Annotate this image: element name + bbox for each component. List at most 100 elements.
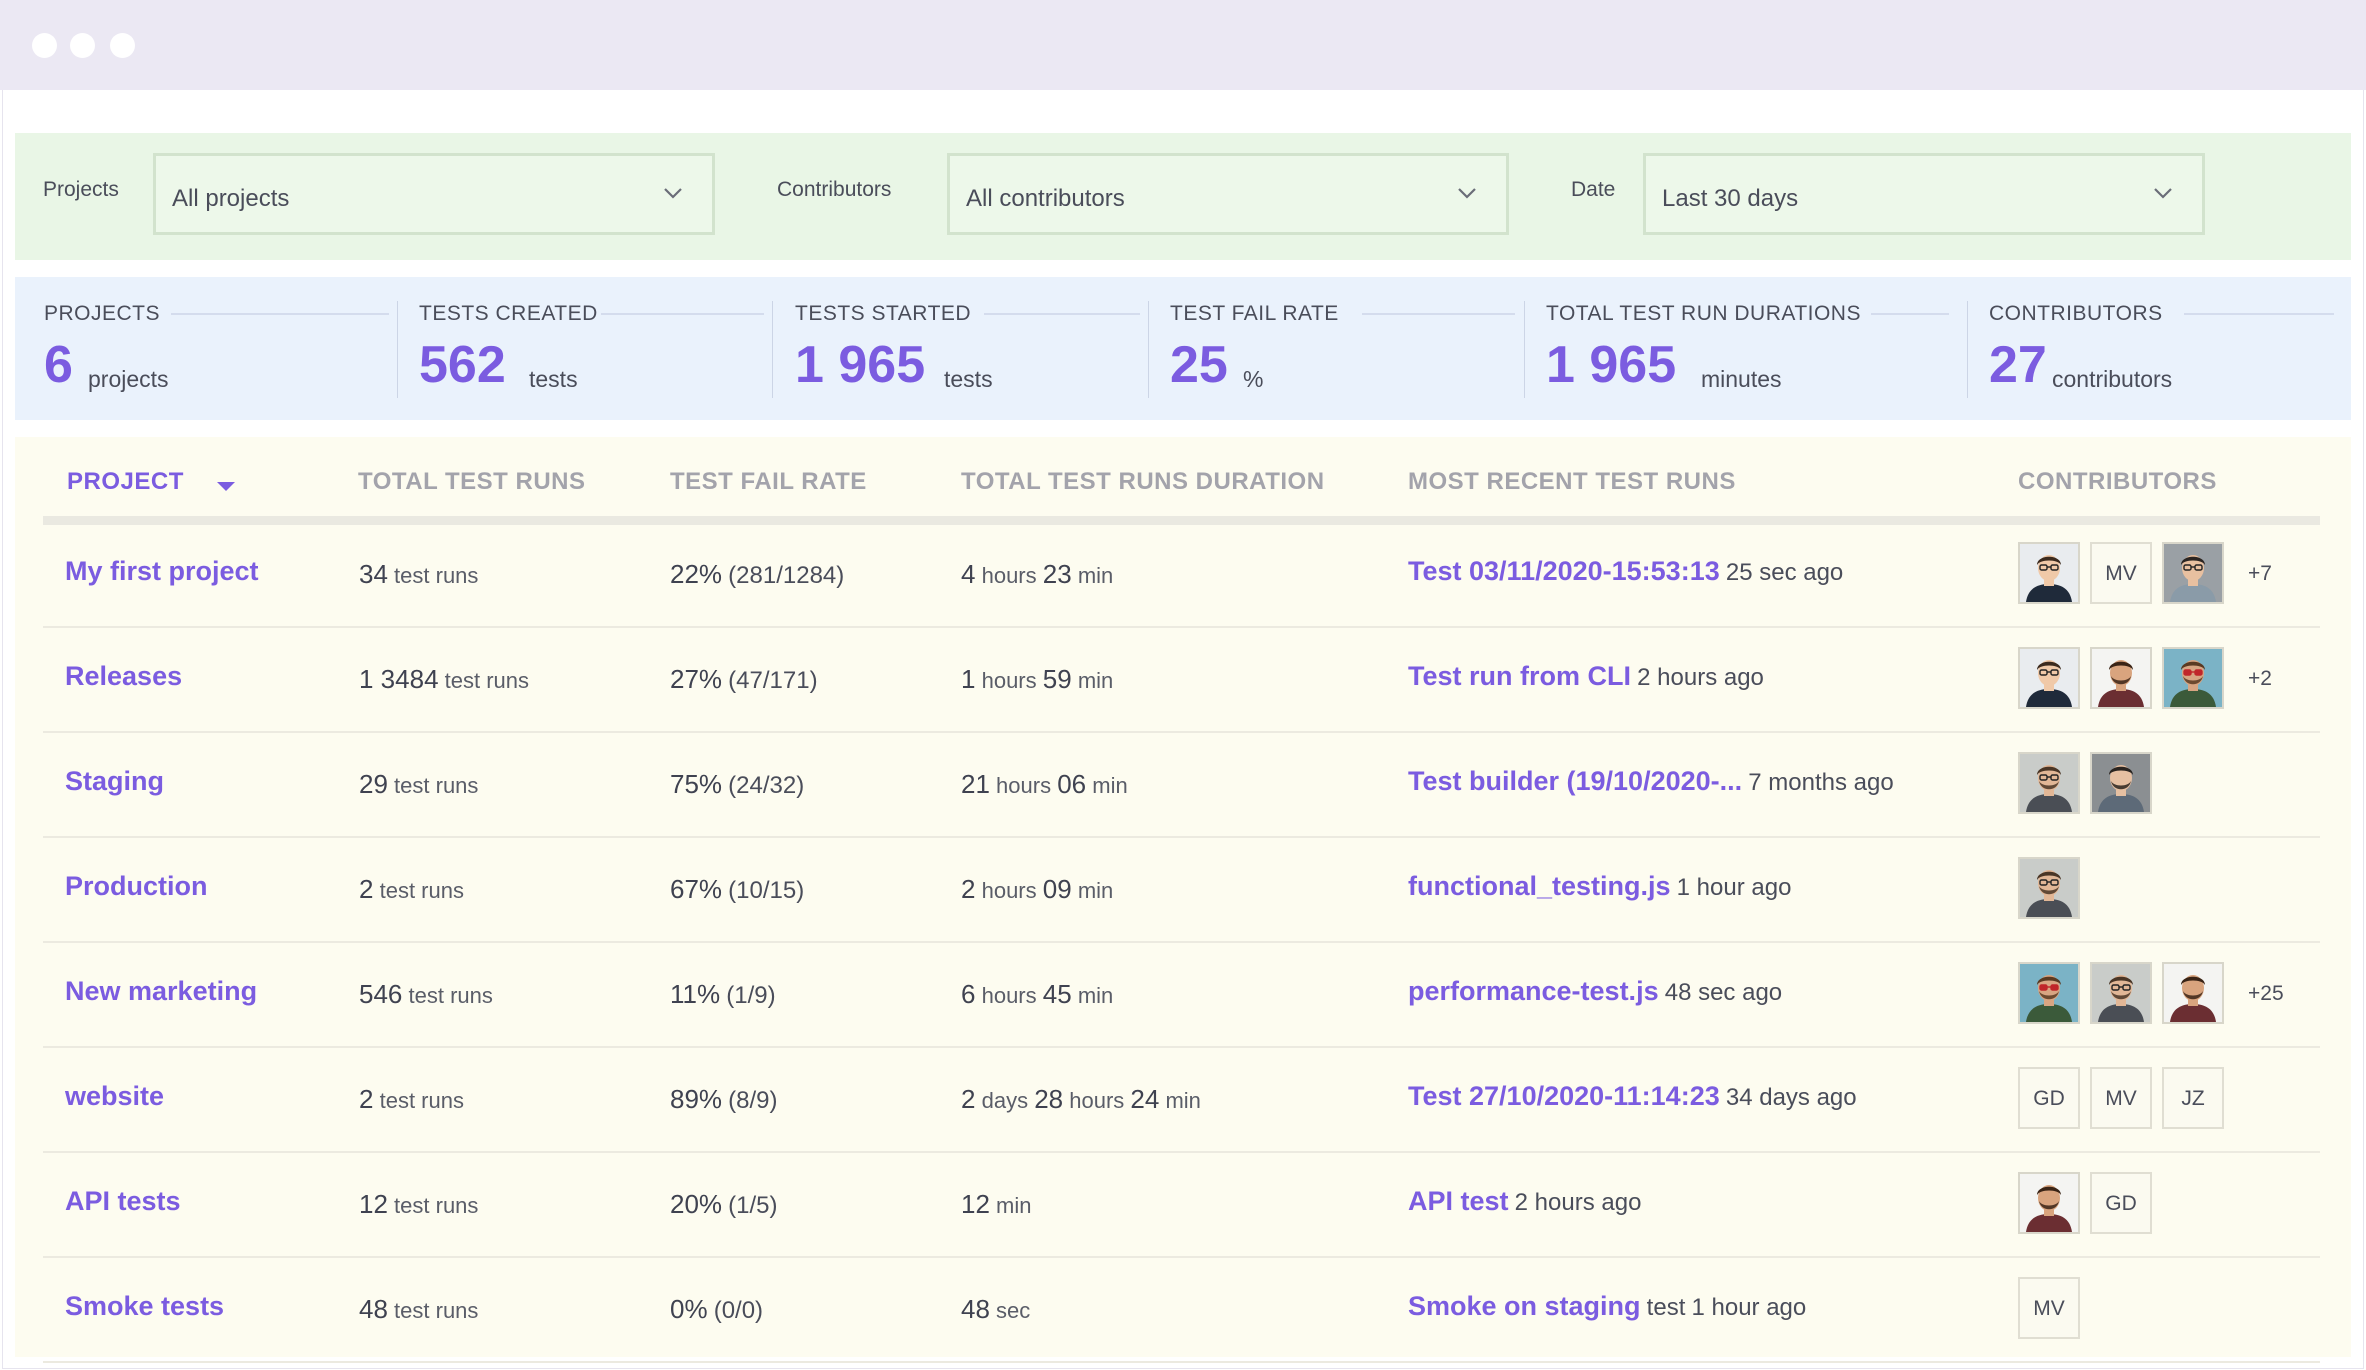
person-photo-icon[interactable] xyxy=(2018,1172,2080,1234)
person-photo-icon[interactable] xyxy=(2018,542,2080,604)
runs-unit: test runs xyxy=(379,878,464,903)
recent-run-link[interactable]: functional_testing.js xyxy=(1408,871,1671,901)
fail-rate-value: 89% xyxy=(670,1084,723,1114)
column-header-project[interactable]: PROJECT xyxy=(67,468,184,496)
more-contributors-count[interactable]: +25 xyxy=(2248,982,2284,1006)
project-link[interactable]: My first project xyxy=(65,556,259,587)
window-minimize-dot[interactable] xyxy=(70,33,95,58)
avatar-initials[interactable]: MV xyxy=(2018,1277,2080,1339)
stat-unit: % xyxy=(1243,366,1264,392)
recent-run-time: 34 days ago xyxy=(1725,1084,1857,1111)
avatar-initials[interactable]: MV xyxy=(2090,542,2152,604)
sort-desc-icon[interactable] xyxy=(217,482,235,491)
table-row[interactable]: Staging 29 test runs 75% (24/32) 21 hours 0… xyxy=(43,733,2320,838)
duration-number: 24 xyxy=(1130,1084,1160,1114)
project-link[interactable]: Staging xyxy=(65,766,164,797)
column-header-test-fail-rate[interactable]: TEST FAIL RATE xyxy=(670,468,867,496)
window-close-dot[interactable] xyxy=(32,33,57,58)
person-photo-icon[interactable] xyxy=(2090,647,2152,709)
avatar-initials-text: GD xyxy=(2033,1087,2065,1110)
date-select[interactable]: Last 30 days xyxy=(1643,153,2205,235)
recent-run-link[interactable]: Test run from CLI xyxy=(1408,661,1631,691)
recent-run-cell: Test run from CLI 2 hours ago xyxy=(1408,661,1764,692)
recent-run-link[interactable]: Test 03/11/2020-15:53:13 xyxy=(1408,556,1720,586)
person-photo-icon[interactable] xyxy=(2162,542,2224,604)
fail-rate-detail: (1/9) xyxy=(726,982,776,1009)
recent-run-link[interactable]: Test 27/10/2020-11:14:23 xyxy=(1408,1081,1720,1111)
window-maximize-dot[interactable] xyxy=(110,33,135,58)
recent-run-time: 25 sec ago xyxy=(1725,559,1844,586)
column-header-recent-runs[interactable]: MOST RECENT TEST RUNS xyxy=(1408,468,1736,496)
fail-rate-detail: (0/0) xyxy=(713,1297,764,1324)
table-row[interactable]: Releases 1 3484 test runs 27% (47/171) 1 ho… xyxy=(43,628,2320,733)
more-contributors-count[interactable]: +2 xyxy=(2248,667,2272,691)
duration-cell: 2 hours 09 min xyxy=(961,874,1113,905)
projects-select-value: All projects xyxy=(172,185,290,212)
duration-unit: hours xyxy=(981,563,1037,588)
duration-unit: hours xyxy=(1069,1088,1125,1113)
runs-unit: test runs xyxy=(444,668,530,693)
avatar-initials[interactable]: MV xyxy=(2090,1067,2152,1129)
person-photo-icon[interactable] xyxy=(2018,962,2080,1024)
projects-select[interactable]: All projects xyxy=(153,153,715,235)
table-row[interactable]: website 2 test runs 89% (8/9) 2 days 28 hou… xyxy=(43,1048,2320,1153)
table-row[interactable]: Production 2 test runs 67% (10/15) 2 hours … xyxy=(43,838,2320,943)
column-header-contributors[interactable]: CONTRIBUTORS xyxy=(2018,468,2217,496)
person-photo-icon[interactable] xyxy=(2090,962,2152,1024)
project-link[interactable]: Production xyxy=(65,871,208,902)
avatar-initials[interactable]: GD xyxy=(2090,1172,2152,1234)
stat-value: 25 xyxy=(1170,336,1228,394)
fail-rate-cell: 22% (281/1284) xyxy=(670,559,844,590)
project-link[interactable]: website xyxy=(65,1081,164,1112)
stat-unit: contributors xyxy=(2052,366,2173,392)
person-photo-icon[interactable] xyxy=(2162,647,2224,709)
person-photo-icon[interactable] xyxy=(2090,752,2152,814)
stat-label: TESTS STARTED xyxy=(795,302,972,325)
recent-run-time: 1 hour ago xyxy=(1676,874,1792,901)
table-row[interactable]: API tests 12 test runs 20% (1/5) 12 min API… xyxy=(43,1153,2320,1258)
person-photo-icon[interactable] xyxy=(2018,647,2080,709)
table-row[interactable]: Smoke tests 48 test runs 0% (0/0) 48 sec Sm… xyxy=(43,1258,2320,1363)
stat-contributors: CONTRIBUTORS 27 contributors xyxy=(1989,277,2334,420)
column-header-total-test-runs[interactable]: TOTAL TEST RUNS xyxy=(358,468,586,496)
fail-rate-cell: 89% (8/9) xyxy=(670,1084,778,1115)
runs-unit: test runs xyxy=(394,563,479,588)
total-runs-cell: 546 test runs xyxy=(359,979,493,1010)
project-link[interactable]: Releases xyxy=(65,661,182,692)
recent-run-link[interactable]: Smoke on staging xyxy=(1408,1291,1641,1321)
total-runs-cell: 2 test runs xyxy=(359,874,464,905)
fail-rate-value: 22% xyxy=(670,559,723,589)
stat-unit: tests xyxy=(944,366,993,392)
projects-filter-label: Projects xyxy=(43,178,119,201)
stat-label: TEST FAIL RATE xyxy=(1170,302,1339,325)
column-header-duration[interactable]: TOTAL TEST RUNS DURATION xyxy=(961,468,1325,496)
recent-run-time: 48 sec ago xyxy=(1664,979,1783,1006)
more-contributors-count[interactable]: +7 xyxy=(2248,562,2272,586)
recent-run-link[interactable]: Test builder (19/10/2020-... xyxy=(1408,766,1742,796)
person-photo-icon[interactable] xyxy=(2162,962,2224,1024)
stat-total-durations: TOTAL TEST RUN DURATIONS 1 965 minutes xyxy=(1546,277,1961,420)
avatar-initials[interactable]: GD xyxy=(2018,1067,2080,1129)
table-row[interactable]: My first project 34 test runs 22% (281/128… xyxy=(43,523,2320,628)
recent-run-link[interactable]: performance-test.js xyxy=(1408,976,1659,1006)
project-link[interactable]: API tests xyxy=(65,1186,181,1217)
person-photo-icon[interactable] xyxy=(2018,752,2080,814)
date-select-value: Last 30 days xyxy=(1662,185,1799,212)
total-runs-cell: 48 test runs xyxy=(359,1294,478,1325)
fail-rate-detail: (24/32) xyxy=(728,772,805,799)
fail-rate-value: 75% xyxy=(670,769,723,799)
fail-rate-detail: (47/171) xyxy=(728,667,818,694)
person-photo-icon[interactable] xyxy=(2018,857,2080,919)
project-link[interactable]: Smoke tests xyxy=(65,1291,224,1322)
duration-number: 2 xyxy=(961,1084,976,1114)
recent-run-cell: Test 27/10/2020-11:14:23 34 days ago xyxy=(1408,1081,1857,1112)
duration-number: 48 xyxy=(961,1294,990,1324)
runs-count: 12 xyxy=(359,1189,388,1219)
project-link[interactable]: New marketing xyxy=(65,976,257,1007)
table-row[interactable]: New marketing 546 test runs 11% (1/9) 6 hou… xyxy=(43,943,2320,1048)
recent-run-link[interactable]: API test xyxy=(1408,1186,1509,1216)
contributors-select[interactable]: All contributors xyxy=(947,153,1509,235)
avatar-initials[interactable]: JZ xyxy=(2162,1067,2224,1129)
fail-rate-value: 0% xyxy=(670,1294,708,1324)
recent-run-time: 7 months ago xyxy=(1748,769,1894,796)
